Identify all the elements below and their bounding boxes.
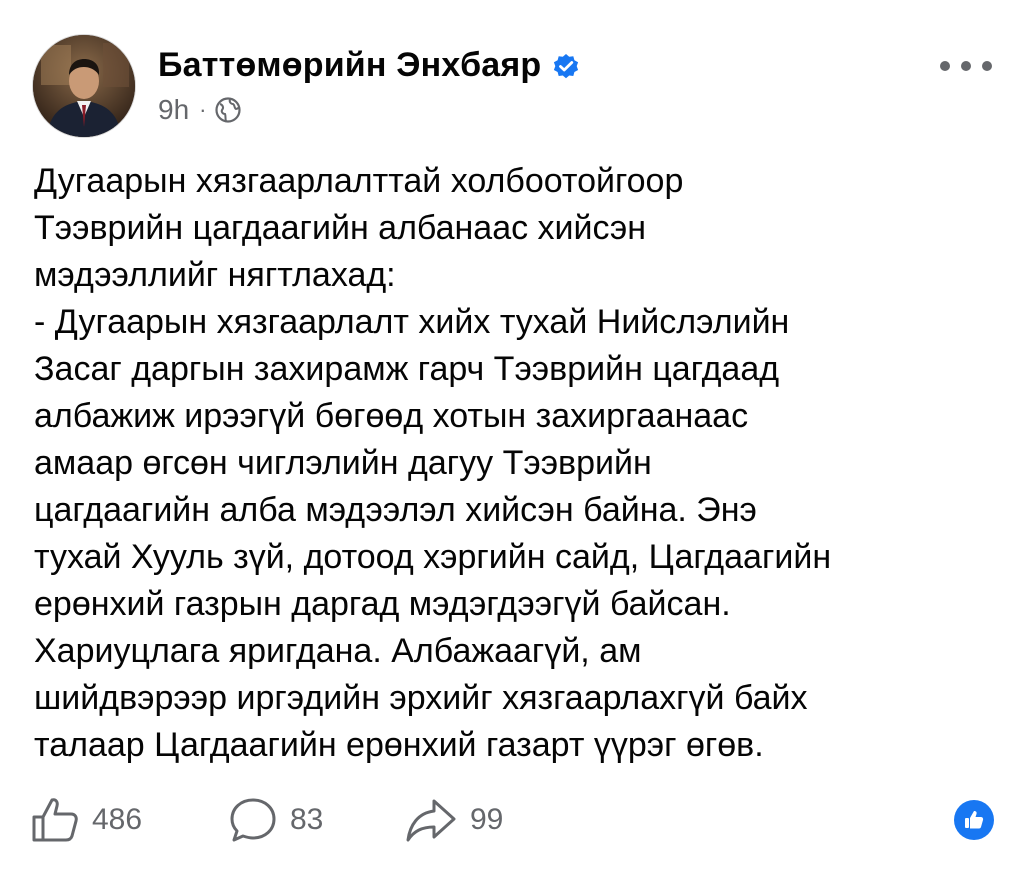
like-count: 486	[92, 803, 143, 836]
post-text-line: - Дугаарын хязгаарлалт хийх тухай Нийслэ…	[34, 303, 790, 341]
meta-separator: ·	[199, 97, 207, 122]
post-text-line: тухай Хууль зүй, дотоод хэргийн сайд, Ца…	[34, 538, 832, 576]
thumbs-up-icon	[32, 798, 78, 842]
like-reaction-badge[interactable]	[954, 800, 994, 840]
globe-icon[interactable]	[214, 96, 242, 124]
post-text-line: цагдаагийн алба мэдээлэл хийсэн байна. Э…	[34, 491, 757, 529]
comment-count: 83	[290, 803, 324, 836]
comment-button[interactable]: 83	[228, 790, 323, 850]
verified-badge-icon	[551, 51, 581, 81]
post-header: Баттөмөрийн Энхбаяр 9h ·	[32, 34, 992, 138]
post-time[interactable]: 9h	[158, 94, 189, 126]
post-text-line: Тээврийн цагдаагийн албанаас хийсэн	[34, 209, 647, 247]
post-text-line: мэдээллийг нягтлахад:	[34, 256, 396, 294]
post-text-line: Засаг даргын захирамж гарч Тээврийн цагд…	[34, 350, 780, 388]
post-text-line: амаар өгсөн чиглэлийн дагуу Тээврийн	[34, 444, 652, 482]
like-reaction-icon	[965, 811, 984, 829]
share-arrow-icon	[406, 799, 456, 842]
post-text-line: шийдвэрээр иргэдийн эрхийг хязгаарлахгүй…	[34, 679, 808, 717]
post-text-line: Хариуцлага яригдана. Албажаагүй, ам	[34, 632, 642, 670]
author-name[interactable]: Баттөмөрийн Энхбаяр	[158, 46, 581, 85]
comment-bubble-icon	[230, 798, 276, 842]
more-dot-icon	[982, 61, 992, 71]
post-actions: 486 83 99	[30, 790, 996, 850]
post-text-line: талаар Цагдаагийн ерөнхий газарт үүрэг ө…	[34, 726, 764, 764]
more-dot-icon	[940, 61, 950, 71]
avatar-photo	[33, 35, 135, 137]
post-text-line: Дугаарын хязгаарлалттай холбоотойгоор	[34, 162, 684, 200]
avatar[interactable]	[32, 34, 136, 138]
more-options-button[interactable]	[940, 52, 992, 80]
share-count: 99	[470, 803, 504, 836]
post-text-line: албажиж ирээгүй бөгөөд хотын захиргаанаа…	[34, 397, 749, 435]
author-name-text[interactable]: Баттөмөрийн Энхбаяр	[158, 46, 541, 85]
post-meta: 9h ·	[158, 94, 242, 126]
more-dot-icon	[961, 61, 971, 71]
like-button[interactable]: 486	[30, 790, 142, 850]
post-text-line: ерөнхий газрын даргад мэдэгдээгүй байсан…	[34, 585, 731, 623]
share-button[interactable]: 99	[404, 790, 503, 850]
post-text: Дугаарын хязгаарлалттай холбоотойгоор Тэ…	[34, 158, 994, 769]
